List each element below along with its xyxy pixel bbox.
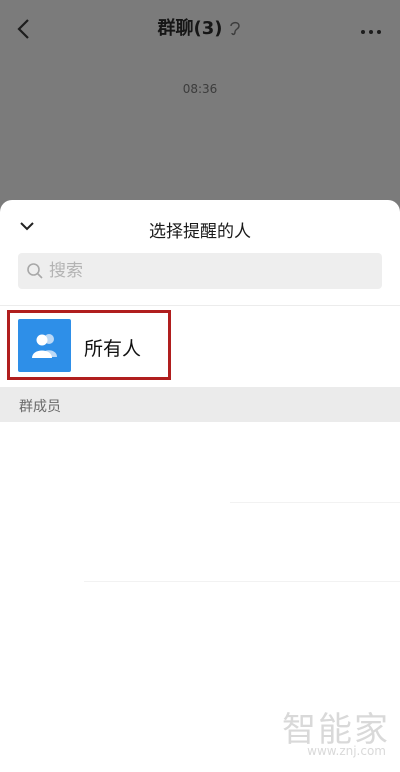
search-input[interactable] — [49, 253, 369, 289]
divider — [84, 581, 400, 582]
sheet-header: 选择提醒的人 — [0, 200, 400, 252]
chat-title-area: 群聊(3) — [0, 14, 400, 40]
search-bar[interactable] — [18, 253, 382, 289]
message-timestamp: 08:36 — [182, 82, 218, 96]
section-label: 群成员 — [19, 399, 61, 415]
search-icon — [26, 262, 44, 280]
mention-picker-sheet: 选择提醒的人 所有人 群成员 智能家 www.znj.com — [0, 200, 400, 772]
divider — [0, 305, 400, 306]
highlight-annotation — [7, 310, 171, 380]
chat-title: 群聊(3) — [157, 18, 223, 39]
sheet-title: 选择提醒的人 — [149, 222, 251, 242]
watermark-url: www.znj.com — [307, 744, 386, 758]
watermark: 智能家 www.znj.com — [270, 702, 390, 758]
divider — [230, 502, 400, 503]
section-header: 群成员 — [0, 387, 400, 422]
more-options-icon[interactable] — [360, 22, 382, 34]
chat-background: 群聊(3) 08:36 — [0, 0, 400, 215]
ear-icon — [228, 19, 242, 37]
chat-top-bar: 群聊(3) — [0, 0, 400, 58]
